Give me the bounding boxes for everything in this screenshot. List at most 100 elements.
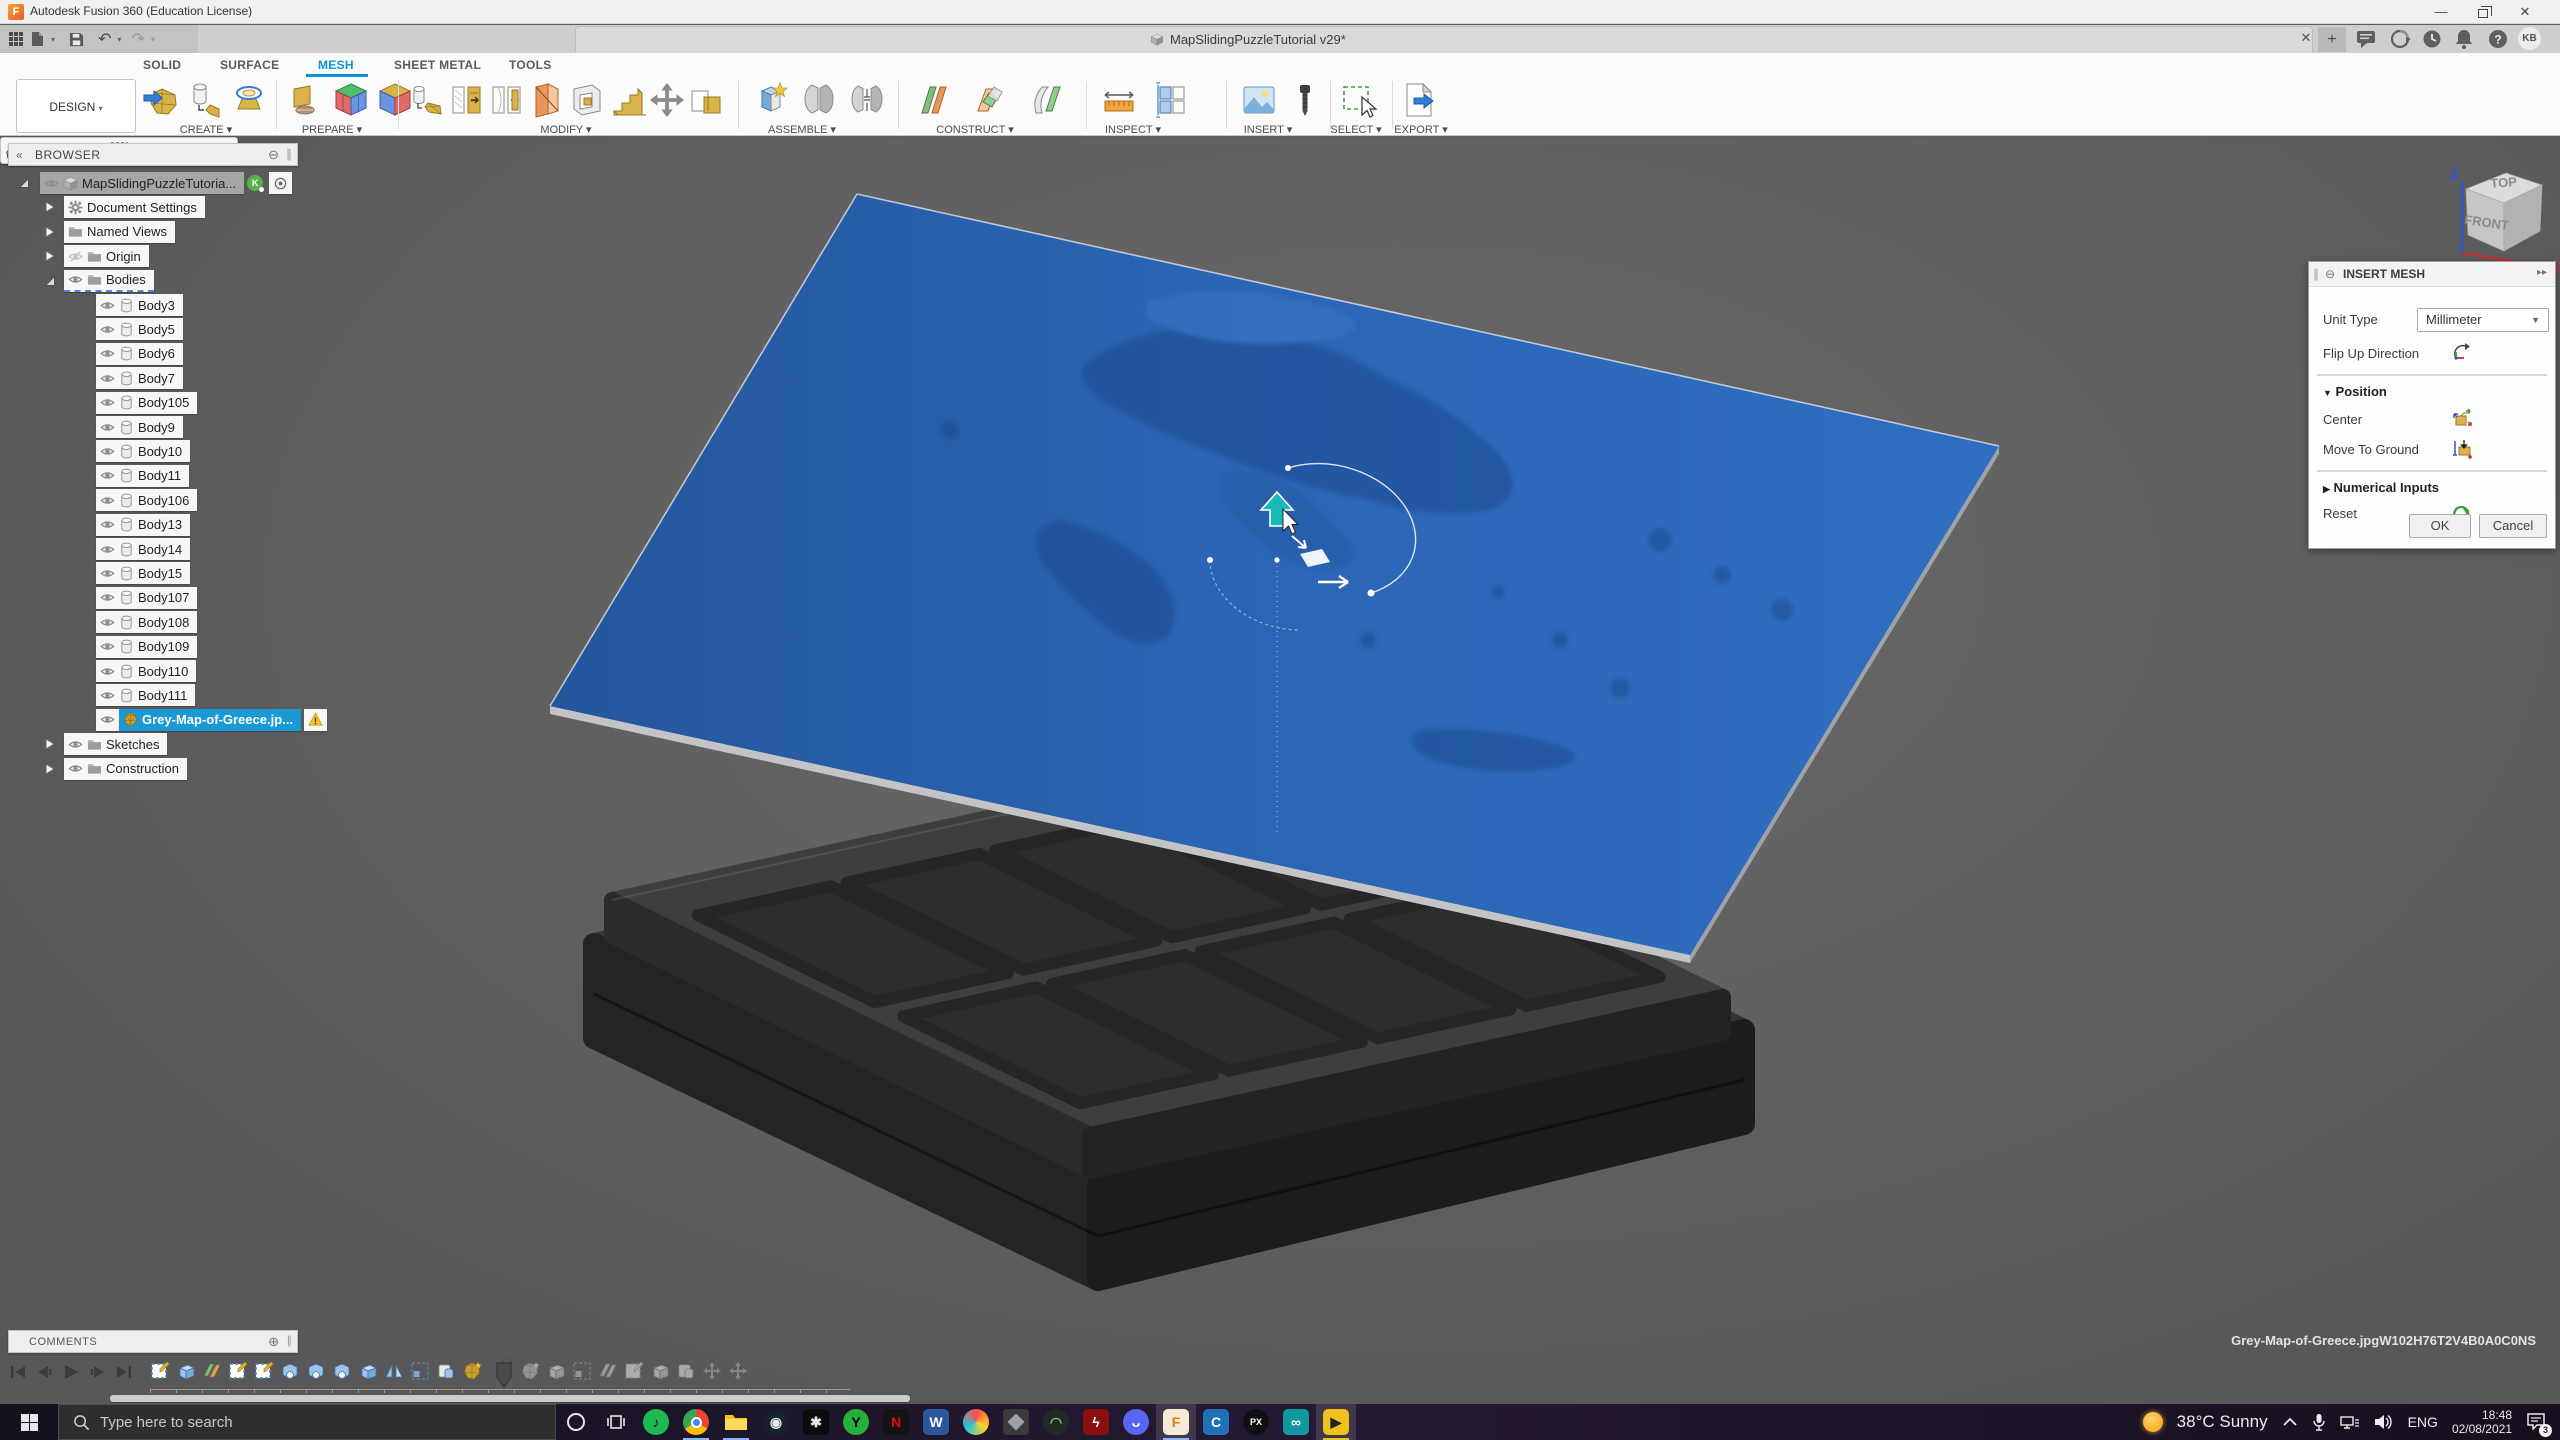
tree-row-body109[interactable]: Body109 <box>0 636 400 658</box>
timeline-feature-mirror-icon[interactable] <box>384 1361 404 1381</box>
tree-item-selected[interactable]: Grey-Map-of-Greece.jp... <box>119 709 301 731</box>
timeline-feature-box-icon[interactable] <box>650 1361 670 1381</box>
group-label-export[interactable]: EXPORT ▾ <box>1394 123 1447 136</box>
timeline-feature-plane-icon[interactable] <box>202 1361 222 1381</box>
eye-icon[interactable] <box>100 493 115 508</box>
comments-grip-icon[interactable]: ∥ <box>287 1334 293 1347</box>
timeline-feature-pattern-icon[interactable] <box>572 1361 592 1381</box>
redo-caret[interactable]: ▾ <box>151 35 155 44</box>
mesh-section-sketch-icon[interactable] <box>230 81 268 119</box>
tree-row-body14[interactable]: Body14 <box>0 538 400 560</box>
browser-panel-header[interactable]: « BROWSER ⊖ ∥ <box>8 143 298 166</box>
action-center-button[interactable]: 3 <box>2526 1412 2546 1433</box>
eye-icon[interactable] <box>68 761 83 776</box>
tree-expander-icon[interactable] <box>44 201 56 213</box>
timeline-feature-sketch-icon[interactable] <box>624 1361 644 1381</box>
tree-item-chip[interactable]: Body13 <box>96 514 190 536</box>
add-comment-icon[interactable]: ⊕ <box>268 1334 279 1350</box>
tree-row-body107[interactable]: Body107 <box>0 587 400 609</box>
position-section-header[interactable]: ▼ Position <box>2323 384 2387 399</box>
group-label-select[interactable]: SELECT ▾ <box>1330 123 1381 136</box>
taskbar-app-discord[interactable]: ᴗ <box>1116 1404 1156 1440</box>
tree-item-chip[interactable]: Body10 <box>96 440 190 462</box>
timeline-feature-box-icon[interactable] <box>176 1361 196 1381</box>
tree-item-chip[interactable]: Body3 <box>96 294 183 316</box>
tab-solid[interactable]: SOLID <box>143 58 181 78</box>
new-component-icon[interactable] <box>752 81 790 119</box>
group-label-assemble[interactable]: ASSEMBLE ▾ <box>768 123 836 136</box>
redo-icon[interactable]: ↷ <box>131 29 144 49</box>
timeline-feature-move-icon[interactable] <box>702 1361 722 1381</box>
reduce-icon[interactable] <box>448 81 486 119</box>
tree-row-body7[interactable]: Body7 <box>0 367 400 389</box>
plane-cut-icon[interactable] <box>528 81 566 119</box>
unit-type-select[interactable]: Millimeter▼ <box>2417 308 2549 332</box>
tree-row-body108[interactable]: Body108 <box>0 611 400 633</box>
timeline-skip-end-icon[interactable] <box>115 1364 132 1380</box>
tree-row-body10[interactable]: Body10 <box>0 440 400 462</box>
file-menu-icon[interactable] <box>30 31 45 47</box>
tree-row-body105[interactable]: Body105 <box>0 392 400 414</box>
comments-bar[interactable]: COMMENTS ⊕ ∥ <box>8 1330 298 1353</box>
shell-icon[interactable] <box>608 81 646 119</box>
tree-expander-icon[interactable] <box>44 738 56 750</box>
timeline-play-icon[interactable] <box>62 1363 80 1381</box>
eye-icon[interactable] <box>100 420 115 435</box>
timeline-step-forward-icon[interactable] <box>89 1364 106 1380</box>
collapse-browser-icon[interactable]: « <box>16 148 23 162</box>
eyeoff-icon[interactable] <box>68 249 83 264</box>
insert-fastener-icon[interactable] <box>1286 81 1324 119</box>
insert-mesh-icon[interactable] <box>142 81 180 119</box>
tree-row-construction[interactable]: Construction <box>0 758 400 780</box>
timeline-feature-move-icon[interactable] <box>728 1361 748 1381</box>
tree-item-chip[interactable]: Body111 <box>96 684 195 706</box>
timeline-feature-sketch-icon[interactable] <box>254 1361 274 1381</box>
document-tab-content[interactable]: MapSlidingPuzzleTutorial v29* <box>1150 31 1346 49</box>
eye-icon[interactable] <box>68 737 83 752</box>
group-label-modify[interactable]: MODIFY ▾ <box>540 123 591 136</box>
eye-icon[interactable] <box>100 371 115 386</box>
tree-item-chip[interactable]: Body7 <box>96 367 183 389</box>
tree-row-bodies[interactable]: Bodies <box>0 270 400 292</box>
numerical-inputs-section-header[interactable]: ▶ Numerical Inputs <box>2323 480 2439 495</box>
eye-icon[interactable] <box>100 688 115 703</box>
new-tab-button[interactable]: + <box>2318 27 2346 52</box>
tree-item-chip[interactable]: Body11 <box>96 465 189 487</box>
eye-icon[interactable] <box>44 176 59 191</box>
viewport-3d[interactable]: TOP FRONT Z X « BROWSER ⊖ ∥ MapSlidingPu… <box>0 137 2560 1404</box>
start-button[interactable] <box>0 1404 58 1440</box>
taskbar-search[interactable]: Type here to search <box>58 1404 556 1440</box>
dialog-minimize-icon[interactable]: ⊖ <box>2325 267 2335 281</box>
canvas-icon[interactable] <box>1240 81 1278 119</box>
taskbar-app-arduino[interactable]: ∞ <box>1276 1404 1316 1440</box>
timeline-feature-fillet-icon[interactable] <box>280 1361 300 1381</box>
tree-row-body11[interactable]: Body11 <box>0 465 400 487</box>
timeline-feature-fillet-icon[interactable] <box>332 1361 352 1381</box>
timeline-feature-mesh-icon[interactable] <box>462 1361 482 1381</box>
cancel-button[interactable]: Cancel <box>2479 514 2547 538</box>
tree-item-chip[interactable]: Origin <box>64 245 149 267</box>
timeline-feature-fillet-icon[interactable] <box>306 1361 326 1381</box>
taskbar-app-davinci-resolve[interactable] <box>956 1404 996 1440</box>
tree-item-chip[interactable]: Body110 <box>96 660 196 682</box>
export-icon[interactable] <box>1400 81 1438 119</box>
taskbar-app-netflix[interactable]: N <box>876 1404 916 1440</box>
eye-icon[interactable] <box>100 664 115 679</box>
taskbar-app-flash-tool[interactable]: ϟ <box>1076 1404 1116 1440</box>
clock-icon[interactable] <box>2420 28 2444 50</box>
eye-icon[interactable] <box>100 517 115 532</box>
eye-icon[interactable] <box>100 590 115 605</box>
tree-expander-icon[interactable] <box>44 275 56 287</box>
taskbar-app-steam[interactable]: ◉ <box>756 1404 796 1440</box>
tree-row-body111[interactable]: Body111 <box>0 684 400 706</box>
timeline-feature-combine-icon[interactable] <box>436 1361 456 1381</box>
tree-row-named-views[interactable]: Named Views <box>0 221 400 243</box>
tangent-plane-icon[interactable] <box>1028 81 1066 119</box>
document-tab[interactable] <box>575 26 2313 53</box>
app-grid-icon[interactable] <box>8 31 24 47</box>
tree-row-body15[interactable]: Body15 <box>0 562 400 584</box>
microphone-icon[interactable] <box>2312 1413 2326 1431</box>
merge-bodies-icon[interactable] <box>688 81 726 119</box>
tree-item-chip[interactable]: Sketches <box>64 733 167 755</box>
tray-expand-caret-icon[interactable] <box>2282 1416 2298 1428</box>
